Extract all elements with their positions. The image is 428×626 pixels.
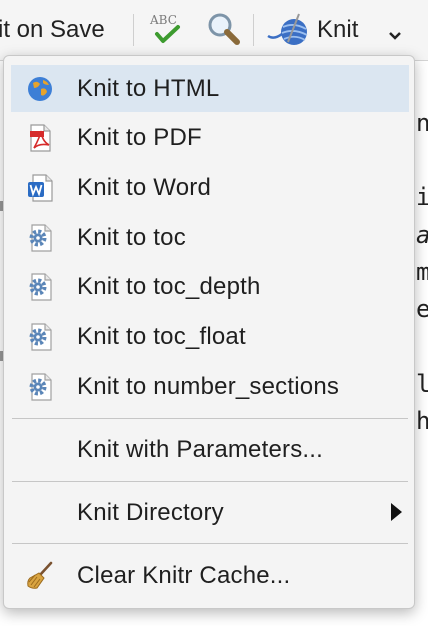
code-glyph: i — [416, 183, 428, 211]
editor-toolbar: it on Save ABC Knit — [0, 0, 428, 61]
menu-item-label: Knit to toc_float — [77, 322, 246, 350]
menu-item-label: Clear Knitr Cache... — [77, 561, 291, 589]
menu-item-knit-toc-float[interactable]: Knit to toc_float — [11, 313, 409, 360]
svg-text:ABC: ABC — [149, 13, 177, 27]
menu-item-label: Knit with Parameters... — [77, 435, 324, 463]
knit-dropdown-menu: Knit to HTML Knit to PDF Knit to Word Kn… — [3, 55, 415, 609]
menu-item-knit-toc[interactable]: Knit to toc — [11, 214, 409, 261]
submenu-arrow-icon — [391, 503, 402, 521]
globe-icon — [25, 74, 55, 104]
gear-doc-icon — [25, 272, 55, 302]
menu-item-label: Knit to number_sections — [77, 372, 340, 400]
menu-item-label: Knit Directory — [77, 498, 224, 526]
menu-item-label: Knit to Word — [77, 173, 212, 201]
menu-item-label: Knit to PDF — [77, 123, 202, 151]
chevron-down-icon[interactable] — [388, 28, 402, 40]
menu-divider — [12, 481, 408, 482]
pdf-icon — [25, 123, 55, 153]
word-icon — [25, 173, 55, 203]
toolbar-separator — [133, 14, 134, 46]
toolbar-separator — [253, 14, 254, 46]
menu-item-label: Knit to HTML — [77, 74, 220, 102]
code-glyph: n — [416, 109, 428, 137]
menu-item-clear-knitr-cache[interactable]: Clear Knitr Cache... — [11, 552, 409, 599]
gear-doc-icon — [25, 322, 55, 352]
broom-icon — [25, 561, 55, 591]
menu-divider — [12, 418, 408, 419]
menu-item-knit-pdf[interactable]: Knit to PDF — [11, 114, 409, 161]
menu-divider — [12, 543, 408, 544]
menu-item-label: Knit to toc_depth — [77, 272, 261, 300]
knit-on-save-checkbox-label[interactable]: it on Save — [0, 16, 105, 44]
gear-doc-icon — [25, 372, 55, 402]
magnifier-icon[interactable] — [204, 10, 244, 50]
code-glyph: a — [416, 221, 428, 249]
knit-button[interactable]: Knit — [317, 16, 358, 44]
yarn-ball-icon[interactable] — [266, 12, 312, 52]
code-glyph: h — [416, 407, 428, 435]
menu-item-label: Knit to toc — [77, 223, 186, 251]
gear-doc-icon — [25, 223, 55, 253]
code-glyph: e — [416, 295, 428, 323]
menu-item-knit-word[interactable]: Knit to Word — [11, 164, 409, 211]
code-glyph: m — [416, 258, 428, 286]
menu-item-knit-number-sections[interactable]: Knit to number_sections — [11, 363, 409, 410]
spellcheck-icon[interactable]: ABC — [148, 10, 188, 50]
menu-item-knit-with-parameters[interactable]: Knit with Parameters... — [11, 426, 409, 473]
menu-item-knit-html[interactable]: Knit to HTML — [11, 65, 409, 112]
menu-item-knit-directory[interactable]: Knit Directory — [11, 489, 409, 536]
menu-item-knit-toc-depth[interactable]: Knit to toc_depth — [11, 263, 409, 310]
code-glyph: l — [416, 370, 428, 398]
